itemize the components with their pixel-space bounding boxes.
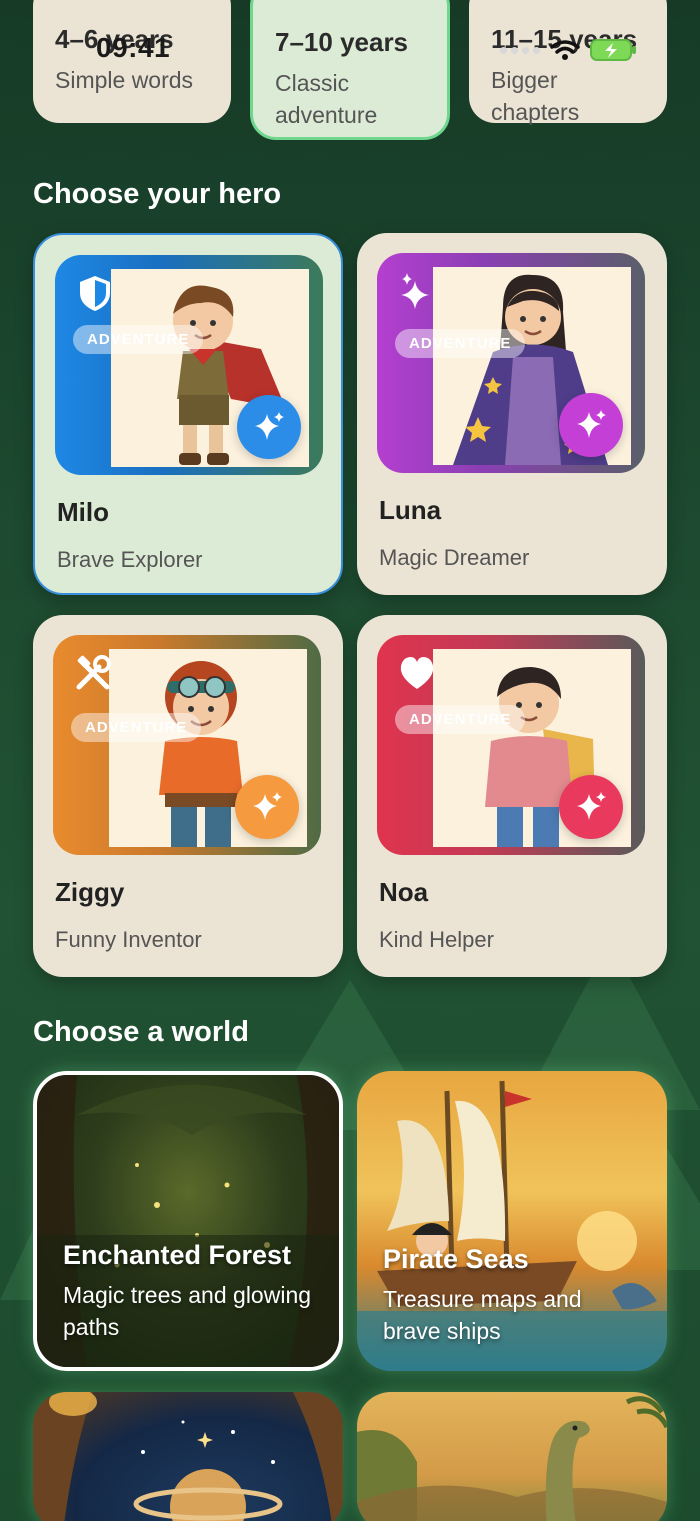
hero-card-noa[interactable]: ADVENTURE Noa Kind Helper [357,615,667,977]
world-description: Magic trees and glowing paths [63,1281,312,1340]
tools-icon [76,655,111,690]
battery-charging-icon [590,39,636,61]
hero-role: Brave Explorer [57,547,203,572]
world-title: Pirate Seas [383,1243,529,1274]
hero-card-ziggy[interactable]: ADVENTURE Ziggy Funny Inventor [33,615,343,977]
world-card-enchanted-forest[interactable]: Enchanted Forest Magic trees and glowing… [33,1071,343,1371]
sparkles-icon [401,273,429,309]
hero-role: Kind Helper [379,927,494,952]
sparkles-icon [253,792,282,820]
hero-card-milo[interactable]: ADVENTURE Milo Brave Explorer [33,233,343,595]
adventure-badge: ADVENTURE [71,713,202,742]
sparkle-button[interactable] [559,775,623,839]
cellular-signal-icon [500,46,540,54]
hero-role: Funny Inventor [55,927,202,952]
hero-name: Ziggy [55,877,125,907]
hero-card-luna[interactable]: ADVENTURE Luna Magic Dreamer [357,233,667,595]
world-card-space[interactable] [33,1392,343,1521]
hero-name: Luna [379,495,442,525]
status-time: 09:41 [96,32,171,63]
world-text: Pirate Seas Treasure maps and brave ship… [383,1244,633,1347]
wifi-icon [550,40,580,60]
world-text: Enchanted Forest Magic trees and glowing… [63,1240,313,1343]
space-world-illustration [33,1392,343,1521]
status-bar: 09:41 [0,20,700,80]
world-card-pirate-seas[interactable]: Pirate Seas Treasure maps and brave ship… [357,1071,667,1371]
world-card-dinosaur[interactable] [357,1392,667,1521]
adventure-badge: ADVENTURE [395,705,526,734]
heroes-section-title: Choose your hero [33,178,282,210]
hero-portrait-tile: ADVENTURE [377,635,645,855]
hero-name: Noa [379,877,429,907]
sparkles-icon [577,410,606,438]
sparkles-icon [577,792,606,820]
worlds-section-title: Choose a world [33,1016,249,1048]
sparkle-button[interactable] [235,775,299,839]
sparkles-icon [255,412,284,440]
status-icons [500,38,638,62]
hero-portrait-tile: ADVENTURE [53,635,321,855]
shield-icon [80,276,110,311]
world-title: Enchanted Forest [63,1239,292,1270]
hero-role: Magic Dreamer [379,545,530,570]
sparkle-button[interactable] [559,393,623,457]
heart-icon [400,657,434,689]
adventure-badge: ADVENTURE [395,329,526,358]
sparkle-button[interactable] [237,395,301,459]
hero-portrait-tile: ADVENTURE [377,253,645,473]
world-description: Treasure maps and brave ships [383,1285,582,1344]
adventure-badge: ADVENTURE [73,325,204,354]
hero-portrait-tile: ADVENTURE [55,255,323,475]
dinosaur-world-illustration [357,1396,667,1521]
hero-name: Milo [57,497,109,527]
